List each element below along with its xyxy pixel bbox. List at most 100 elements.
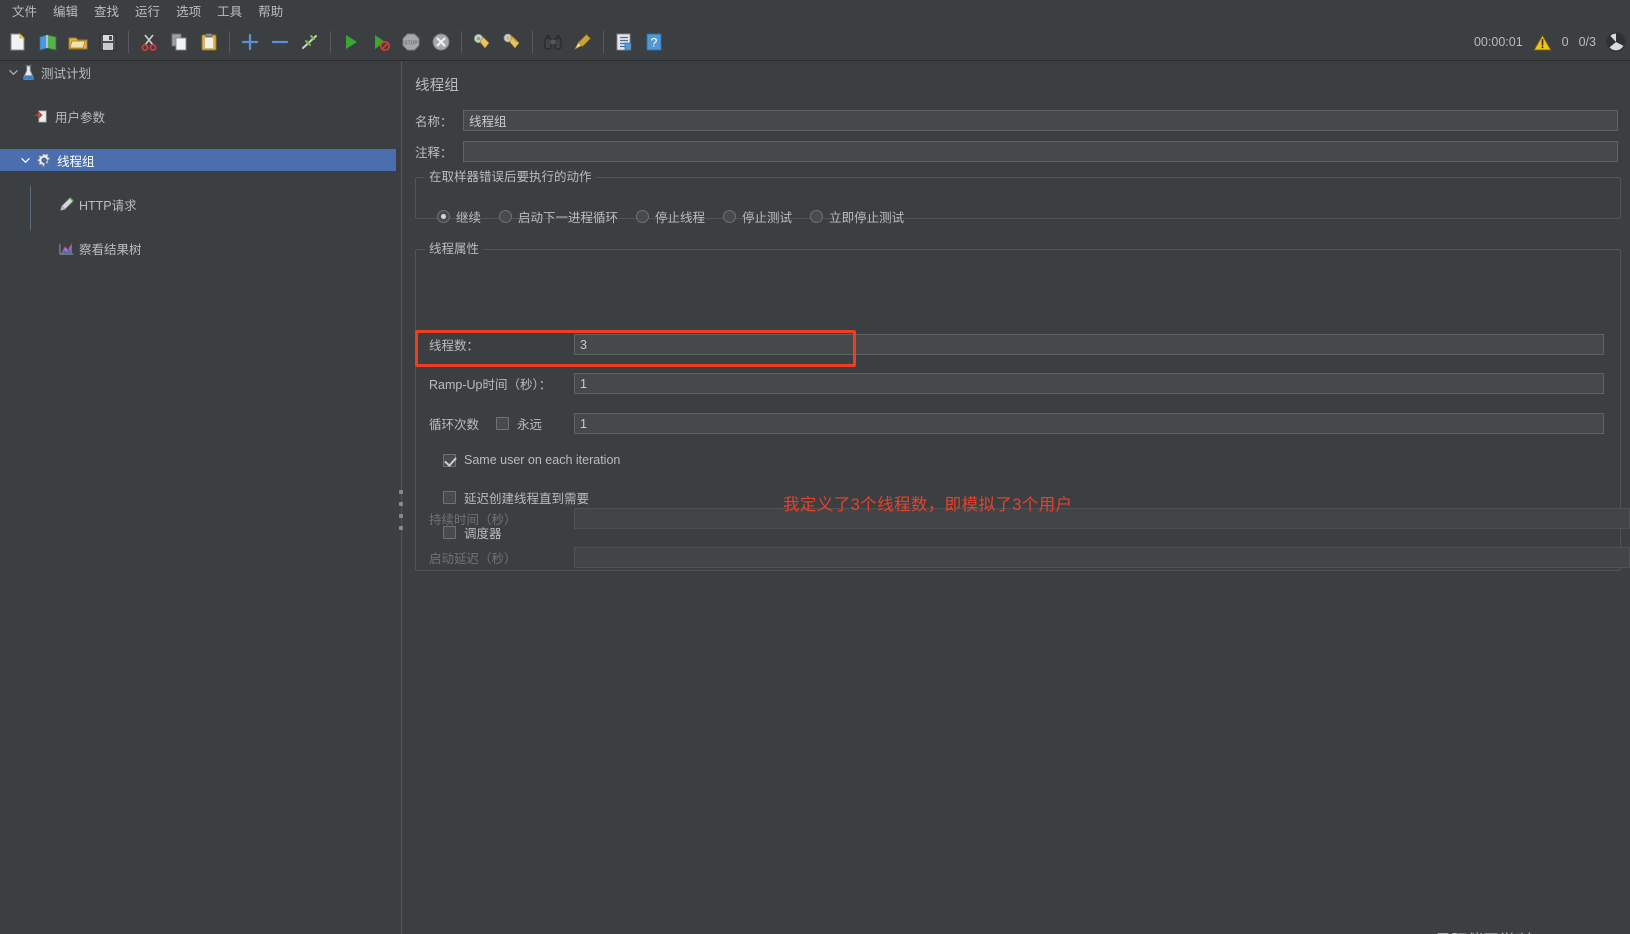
thread-group-gear-icon [37,153,50,166]
loops-row: 循环次数 永远 [429,413,1604,434]
duration-input[interactable] [574,508,1630,529]
loops-input[interactable] [574,413,1604,434]
toolbar-new[interactable] [5,29,31,55]
toolbar-open[interactable] [65,29,91,55]
toolbar-search[interactable] [540,29,566,55]
radio-stop-test-now[interactable]: 立即停止测试 [810,207,904,226]
radio-button-indicator[interactable] [810,210,824,223]
menu-edit[interactable]: 编辑 [45,1,86,23]
name-label: 名称： [415,115,453,129]
forever-checkbox[interactable]: 永远 [496,414,574,433]
toolbar-separator [229,31,230,53]
radio-button-indicator[interactable] [437,210,450,223]
splitter-grip[interactable] [398,490,404,530]
copy-pages-icon [171,33,187,51]
toolbar-save[interactable] [95,29,121,55]
toggle-enable-icon [302,35,317,49]
toolbar-collapse-all[interactable] [267,29,293,55]
toolbar-stop[interactable]: STOP [398,29,424,55]
radio-button-indicator[interactable] [723,210,737,223]
menu-file[interactable]: 文件 [4,1,45,23]
minus-collapse-icon [271,40,289,44]
forever-label: 永远 [517,418,543,432]
error-action-radio-group: 继续 启动下一进程循环 停止线程 停止测试 立即停止测试 [437,207,904,226]
startup-delay-row: 启动延迟（秒） [429,547,1630,568]
binoculars-search-icon [544,35,562,50]
menu-tools[interactable]: 工具 [209,1,250,23]
jmeter-window: 文件 编辑 查找 运行 选项 工具 帮助 STOP ? 00:00:01 0 0… [0,0,1630,934]
elapsed-time: 00:00:01 [1473,35,1523,49]
toolbar-help[interactable]: ? [641,29,667,55]
radio-stop-test[interactable]: 停止测试 [723,207,792,226]
comment-label: 注释： [415,146,453,160]
thread-group-config-panel: 线程组 名称： 注释： 在取样器错误后要执行的动作 继续 启动下一进程循环 [406,61,1630,934]
tree-node-user-parameters[interactable]: 用户参数 [0,105,396,127]
toolbar-copy[interactable] [166,29,192,55]
on-sampler-error-title: 在取样器错误后要执行的动作 [425,169,596,185]
checkbox-indicator[interactable] [443,453,456,467]
toolbar-cut[interactable] [136,29,162,55]
toolbar-separator [461,31,462,53]
panel-splitter[interactable] [396,61,406,934]
startup-delay-label: 启动延迟（秒） [429,552,517,566]
toolbar-clear-all[interactable] [499,29,525,55]
toolbar-expand-all[interactable] [237,29,263,55]
threads-running: 0/3 [1578,35,1596,49]
checkbox-indicator[interactable] [496,417,509,430]
test-plan-flask-icon [23,64,34,80]
radio-button-indicator[interactable] [499,210,513,223]
annotation-note: 我定义了3个线程数，即模拟了3个用户 [783,496,1073,514]
radio-start-next-loop[interactable]: 启动下一进程循环 [499,207,618,226]
comment-input[interactable] [463,141,1618,162]
threads-input[interactable] [574,334,1604,355]
clear-all-broom-icon [503,33,520,49]
tree-node-test-plan[interactable]: 测试计划 [0,61,396,83]
test-plan-tree[interactable]: 测试计划 用户参数 线程组 HTTP请求 察看结果树 [0,61,396,934]
same-user-checkbox[interactable]: Same user on each iteration [443,453,620,467]
toolbar-shutdown[interactable] [428,29,454,55]
clipboard-paste-icon [201,33,217,51]
tree-node-label: 测试计划 [41,66,92,81]
toolbar-start[interactable] [338,29,364,55]
menu-help[interactable]: 帮助 [250,1,291,23]
checkbox-indicator[interactable] [443,491,456,504]
toolbar-start-no-pauses[interactable] [368,29,394,55]
radio-continue[interactable]: 继续 [437,207,481,226]
startup-delay-input[interactable] [574,547,1630,568]
open-templates-icon [39,34,57,51]
menu-search[interactable]: 查找 [86,1,127,23]
toolbar-clear[interactable] [469,29,495,55]
name-input[interactable] [463,110,1618,131]
toolbar-reset-search[interactable] [570,29,596,55]
warning-triangle-icon [1532,33,1552,51]
clear-broom-icon [473,33,490,49]
radio-button-indicator[interactable] [636,210,650,223]
menu-run[interactable]: 运行 [127,1,168,23]
delay-create-row: 延迟创建线程直到需要 [443,488,589,507]
chevron-down-icon[interactable] [6,65,20,79]
threads-label: 线程数： [429,339,480,353]
watermark-text: CSDN @是阿俏同学吖 [1369,927,1531,934]
chevron-down-icon[interactable] [18,153,32,167]
toolbar-templates[interactable] [35,29,61,55]
tree-node-http-request[interactable]: HTTP请求 [0,193,396,215]
save-floppy-icon [99,34,117,51]
tree-node-view-results-tree[interactable]: 察看结果树 [0,237,396,259]
toolbar-function-helper[interactable] [611,29,637,55]
menu-options[interactable]: 选项 [168,1,209,23]
scissors-cut-icon [141,34,157,51]
shutdown-x-icon [432,33,450,51]
radio-stop-thread[interactable]: 停止线程 [636,207,705,226]
function-helper-icon [616,33,632,51]
thread-properties-title: 线程属性 [425,241,484,257]
toolbar-paste[interactable] [196,29,222,55]
thread-gauge-icon [1606,32,1626,52]
tree-node-thread-group[interactable]: 线程组 [0,149,396,171]
radio-label: 立即停止测试 [829,211,905,225]
rampup-input[interactable] [574,373,1604,394]
tree-node-label: 察看结果树 [79,242,142,257]
toolbar-toggle[interactable] [297,29,323,55]
page-title: 线程组 [415,78,460,94]
radio-label: 启动下一进程循环 [518,211,619,225]
delay-create-checkbox[interactable]: 延迟创建线程直到需要 [443,488,589,507]
